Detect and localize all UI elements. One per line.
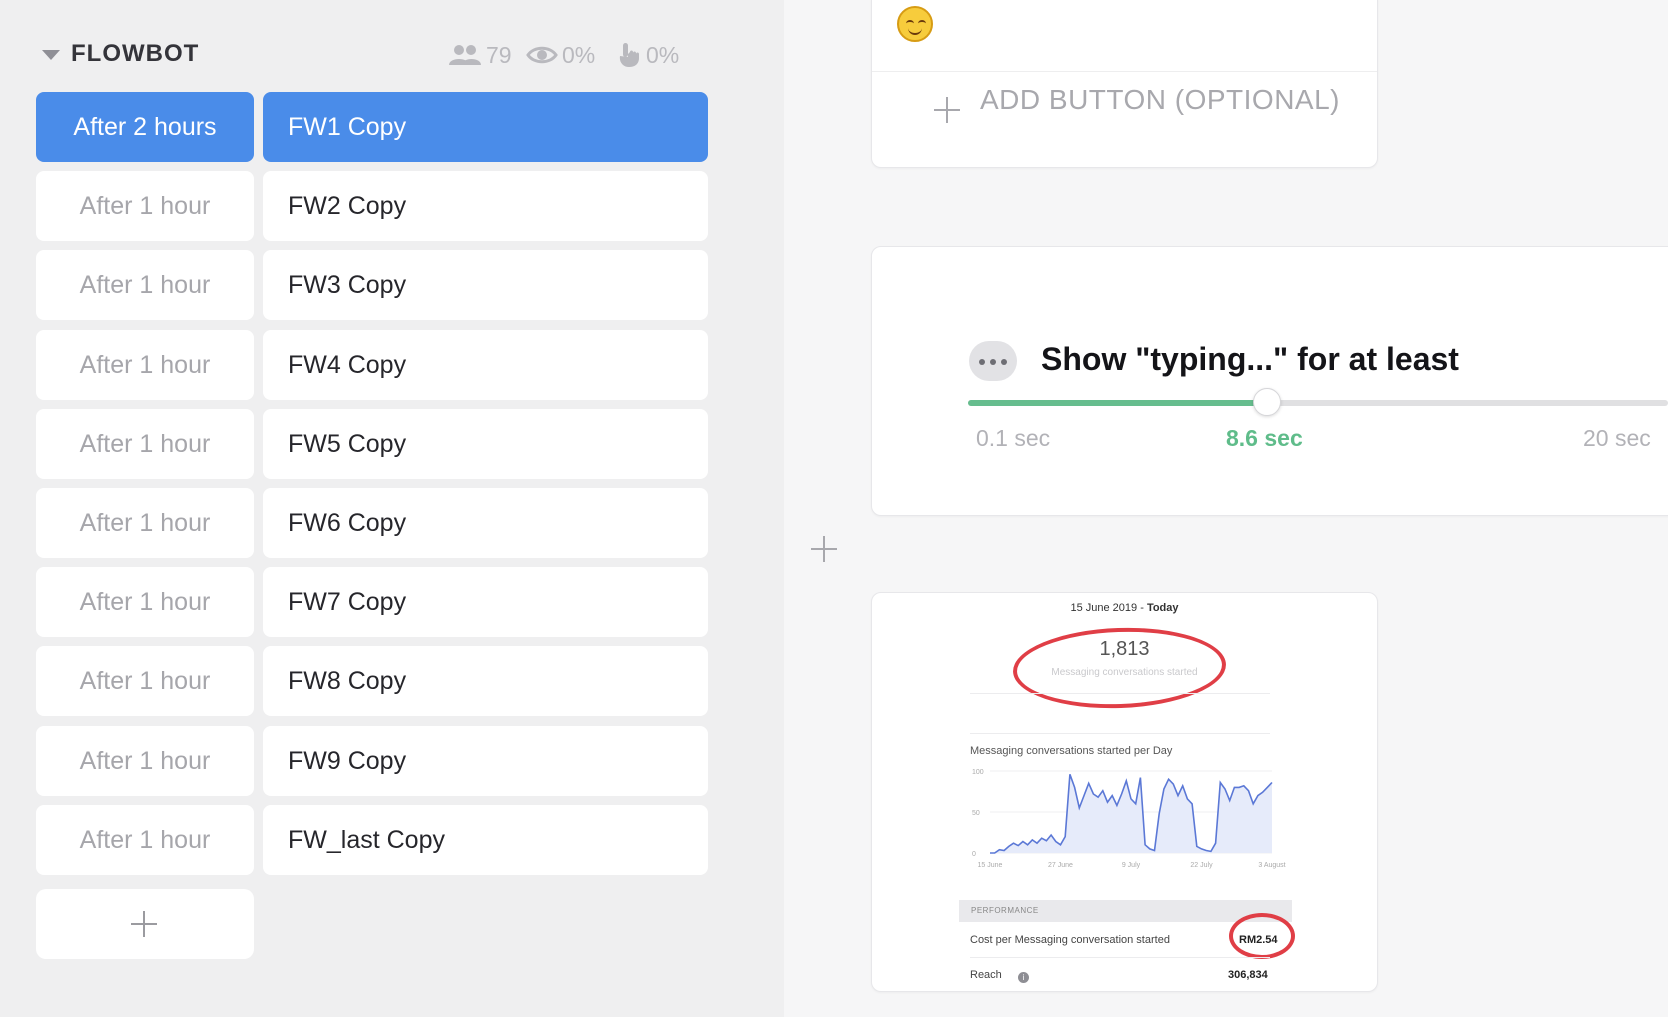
typing-dots-icon [969,341,1017,381]
metric-label-cost: Cost per Messaging conversation started [970,934,1170,946]
eye-icon [526,46,558,64]
chart-y-tick-label: 100 [972,769,984,776]
typing-delay-card: Show "typing..." for at least 0.1 sec 8.… [871,246,1668,516]
delay-cell[interactable]: After 1 hour [36,409,254,479]
sequence-header: FLOWBOT 79 0% 0% [36,36,716,76]
typing-duration-slider[interactable] [968,388,1668,416]
add-button-label[interactable]: ADD BUTTON (OPTIONAL) [980,84,1340,116]
delay-cell[interactable]: After 1 hour [36,171,254,241]
message-cell[interactable]: FW_last Copy [263,805,708,875]
slider-value-label: 8.6 sec [1226,425,1303,451]
message-cell[interactable]: FW9 Copy [263,726,708,796]
plus-icon [131,911,157,937]
chart-x-tick-label: 9 July [1122,862,1141,869]
message-cell[interactable]: FW2 Copy [263,171,708,241]
image-message-card[interactable]: 15 June 2019 - Today 1,813 Messaging con… [871,592,1378,992]
smiling-face-icon [897,6,933,42]
delay-cell[interactable]: After 1 hour [36,488,254,558]
typing-label: Show "typing..." for at least [1041,341,1459,377]
info-icon[interactable]: i [1018,972,1029,983]
message-cell[interactable]: FW4 Copy [263,330,708,400]
date-range-text: 15 June 2019 - [1070,602,1147,614]
add-message-button[interactable] [36,889,254,959]
slider-min-label: 0.1 sec [976,425,1051,451]
pointer-hand-icon [619,43,639,67]
insert-block-plus-icon[interactable] [811,536,837,562]
users-icon [449,45,481,65]
delay-cell[interactable]: After 1 hour [36,330,254,400]
users-stat: 79 [448,40,512,70]
slider-thumb[interactable] [1252,388,1281,416]
delay-cell[interactable]: After 2 hours [36,92,254,162]
text-message-card: ADD BUTTON (OPTIONAL) [871,0,1378,168]
card-divider [872,71,1377,72]
chart-y-tick-label: 50 [972,810,980,817]
open-rate-stat: 0% [526,40,595,70]
message-cell[interactable]: FW3 Copy [263,250,708,320]
click-rate-value: 0% [646,41,680,68]
message-cell[interactable]: FW6 Copy [263,488,708,558]
message-cell[interactable]: FW7 Copy [263,567,708,637]
messaging-chart: 0 50 100 15 June 27 June 9 July 22 July 3 Augus… [972,769,1286,869]
annotation-circle [1229,913,1295,959]
message-cell[interactable]: FW8 Copy [263,646,708,716]
chart-x-tick-label: 27 June [1048,862,1073,869]
report-divider [970,693,1270,694]
chart-y-tick-label: 0 [972,851,976,858]
metric-label-reach: Reach [970,969,1002,981]
chart-title: Messaging conversations started per Day [970,745,1173,757]
chart-x-tick-label: 3 August [1258,862,1285,869]
users-count: 79 [486,41,512,68]
slider-fill [968,400,1267,406]
report-divider [970,957,1270,958]
open-rate-value: 0% [562,41,596,68]
report-date-range: 15 June 2019 - Today [872,602,1377,614]
slider-max-label: 20 sec [1583,425,1651,451]
metric-value-reach: 306,834 [1228,969,1268,981]
sequence-panel: FLOWBOT 79 0% 0% After 2 hours FW1 Copy … [0,0,784,1017]
message-cell[interactable]: FW1 Copy [263,92,708,162]
message-cell[interactable]: FW5 Copy [263,409,708,479]
performance-label: PERFORMANCE [971,906,1039,915]
collapse-caret-icon[interactable] [42,50,60,60]
add-button-plus-icon[interactable] [934,97,960,123]
chart-x-tick-label: 22 July [1190,862,1213,869]
chart-x-tick-label: 15 June [978,862,1003,869]
delay-cell[interactable]: After 1 hour [36,250,254,320]
delay-cell[interactable]: After 1 hour [36,726,254,796]
delay-cell[interactable]: After 1 hour [36,646,254,716]
delay-cell[interactable]: After 1 hour [36,805,254,875]
chart-area [990,774,1272,853]
delay-cell[interactable]: After 1 hour [36,567,254,637]
date-range-today: Today [1146,602,1179,614]
sequence-title: FLOWBOT [71,40,200,67]
report-divider [970,733,1270,734]
click-rate-stat: 0% [616,40,679,70]
